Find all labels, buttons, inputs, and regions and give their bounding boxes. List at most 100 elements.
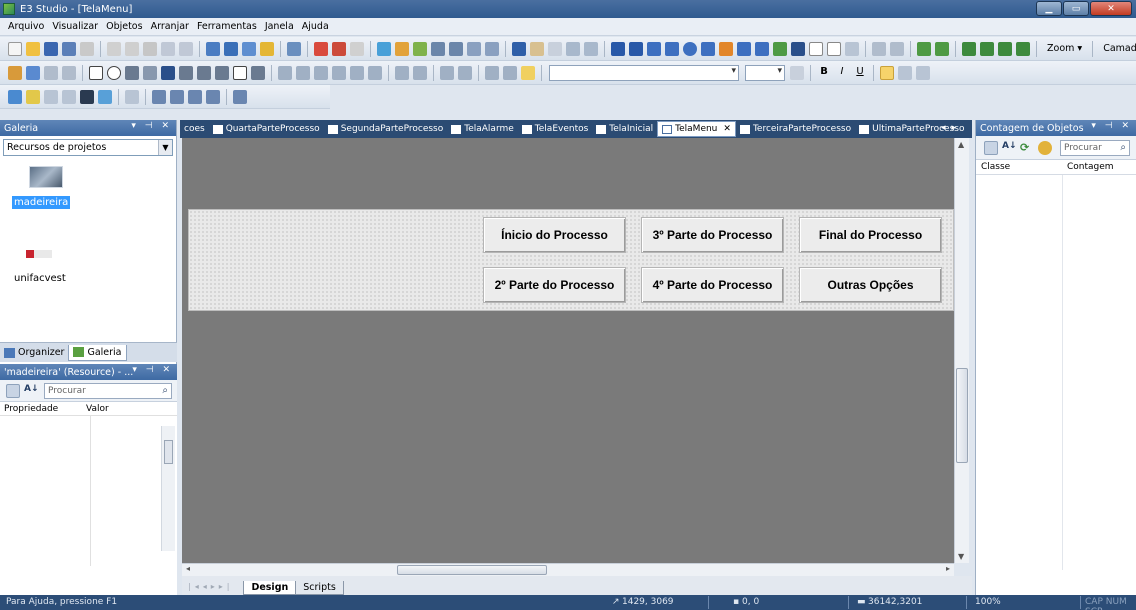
pointer-icon[interactable] <box>512 41 526 56</box>
scroll-thumb[interactable] <box>164 440 173 464</box>
chevron-down-icon[interactable]: ▼ <box>158 140 172 155</box>
setpoint-icon[interactable] <box>827 41 841 56</box>
distribute-icon[interactable] <box>890 41 904 56</box>
panel-controls[interactable]: ▾ ⊣ ✕ <box>131 121 172 131</box>
send-backward-icon[interactable] <box>1016 41 1030 56</box>
align-left-icon[interactable] <box>278 65 292 80</box>
center-v-icon[interactable] <box>503 65 517 80</box>
properties-scrollbar[interactable] <box>161 426 175 551</box>
hand-icon[interactable] <box>530 41 544 56</box>
spin-icon[interactable] <box>197 65 211 80</box>
new-screen-icon[interactable] <box>206 41 220 56</box>
scroll-thumb[interactable] <box>956 368 968 463</box>
arc-icon[interactable] <box>737 41 751 56</box>
checkbox-object-icon[interactable] <box>26 65 40 80</box>
new-frame-icon[interactable] <box>224 41 238 56</box>
tab-design[interactable]: Design <box>243 581 297 595</box>
grid-object-icon[interactable] <box>179 65 193 80</box>
bold-icon[interactable]: B <box>817 66 831 80</box>
tab-scripts[interactable]: Scripts <box>295 581 344 595</box>
layout-5-icon[interactable] <box>233 89 247 104</box>
align-middle-icon[interactable] <box>350 65 364 80</box>
line-icon[interactable] <box>611 41 625 56</box>
toggle-icon[interactable] <box>215 65 229 80</box>
polyline-icon[interactable] <box>629 41 643 56</box>
underline-icon[interactable]: U <box>853 66 867 80</box>
filter-icon[interactable] <box>1038 140 1052 155</box>
shadow-icon[interactable] <box>98 89 112 104</box>
group-icon[interactable] <box>917 41 931 56</box>
same-width-icon[interactable] <box>395 65 409 80</box>
pen-icon[interactable] <box>719 41 733 56</box>
line-width-icon[interactable] <box>80 89 94 104</box>
layout-2-icon[interactable] <box>170 89 184 104</box>
alarm-object-icon[interactable] <box>62 65 76 80</box>
scroll-up-icon[interactable]: ▲ <box>958 140 964 149</box>
button-object-icon[interactable] <box>8 65 22 80</box>
open-icon[interactable] <box>26 41 40 56</box>
edit-points-icon[interactable] <box>584 41 598 56</box>
save-icon[interactable] <box>44 41 58 56</box>
line-color-icon[interactable] <box>26 89 40 104</box>
scroll-left-icon[interactable]: ◂ <box>186 564 190 573</box>
list-icon[interactable] <box>125 65 139 80</box>
label-icon[interactable] <box>161 65 175 80</box>
scroll-down-icon[interactable]: ▼ <box>958 552 964 561</box>
checkbox-icon[interactable] <box>89 65 103 80</box>
run-icon[interactable] <box>314 41 328 56</box>
object-count-search-input[interactable]: Procurar ⌕ <box>1060 139 1130 156</box>
save-all-icon[interactable] <box>62 41 76 56</box>
bring-forward-icon[interactable] <box>998 41 1012 56</box>
refresh-icon[interactable]: ⟳ <box>1020 141 1034 155</box>
radio-icon[interactable] <box>107 65 121 80</box>
menu-visualizar[interactable]: Visualizar <box>52 21 98 32</box>
sort-az-icon[interactable]: A↓ <box>24 384 39 398</box>
copy-icon[interactable] <box>125 41 139 56</box>
gallery-resource-combo[interactable]: Recursos de projetos ▼ <box>3 139 173 156</box>
text-align-center-icon[interactable] <box>898 65 912 80</box>
close-tab-icon[interactable]: ✕ <box>723 124 731 134</box>
new-icon[interactable] <box>8 41 22 56</box>
terceira-parte-button[interactable]: 3º Parte do Processo <box>641 217 784 253</box>
stop-icon[interactable] <box>332 41 346 56</box>
font-size-combo[interactable] <box>745 64 785 81</box>
verify-icon[interactable] <box>377 41 391 56</box>
segunda-parte-button[interactable]: 2º Parte do Processo <box>483 267 626 303</box>
paste-icon[interactable] <box>143 41 157 56</box>
table-icon[interactable] <box>467 41 481 56</box>
canvas-horizontal-scrollbar[interactable]: ◂ ▸ <box>182 563 954 576</box>
sum-icon[interactable] <box>431 41 445 56</box>
sheet-nav-arrows[interactable]: |◂◂▸▸| <box>188 582 233 591</box>
categorized-icon[interactable] <box>984 140 998 155</box>
menu-janela[interactable]: Janela <box>265 21 294 32</box>
undo-icon[interactable] <box>161 41 175 56</box>
new-view-icon[interactable] <box>242 41 256 56</box>
outras-opcoes-button[interactable]: Outras Opções <box>799 267 942 303</box>
canvas-vertical-scrollbar[interactable]: ▲ ▼ <box>954 138 969 563</box>
menu-ferramentas[interactable]: Ferramentas <box>197 21 257 32</box>
quarta-parte-button[interactable]: 4º Parte do Processo <box>641 267 784 303</box>
line-style-icon[interactable] <box>44 89 58 104</box>
bar-icon[interactable] <box>845 41 859 56</box>
menu-arranjar[interactable]: Arranjar <box>151 21 189 32</box>
debug-icon[interactable] <box>350 41 364 56</box>
tab-organizer[interactable]: Organizer <box>0 345 68 360</box>
tab-quartaparteprocesso[interactable]: QuartaParteProcesso <box>209 124 324 134</box>
scroll-thumb[interactable] <box>397 565 547 575</box>
tab-scroll-arrows[interactable]: ◂▸ <box>941 123 962 133</box>
ellipse-icon[interactable] <box>683 41 697 56</box>
tab-terceiraparteprocesso[interactable]: TerceiraParteProcesso <box>736 124 855 134</box>
categorized-icon[interactable] <box>6 383 20 398</box>
cut-icon[interactable] <box>107 41 121 56</box>
search-icon[interactable]: ⌕ <box>162 385 168 396</box>
tab-telainicial[interactable]: TelaInicial <box>592 124 657 134</box>
deploy-icon[interactable] <box>413 41 427 56</box>
build-icon[interactable] <box>395 41 409 56</box>
line-dash-icon[interactable] <box>62 89 76 104</box>
chart-object-icon[interactable] <box>44 65 58 80</box>
format-icon[interactable] <box>125 89 139 104</box>
scroll-object-icon[interactable] <box>251 65 265 80</box>
sort-az-icon[interactable]: A↓ <box>1002 141 1017 155</box>
scroll-right-icon[interactable]: ▸ <box>946 564 950 573</box>
rounded-rect-icon[interactable] <box>665 41 679 56</box>
